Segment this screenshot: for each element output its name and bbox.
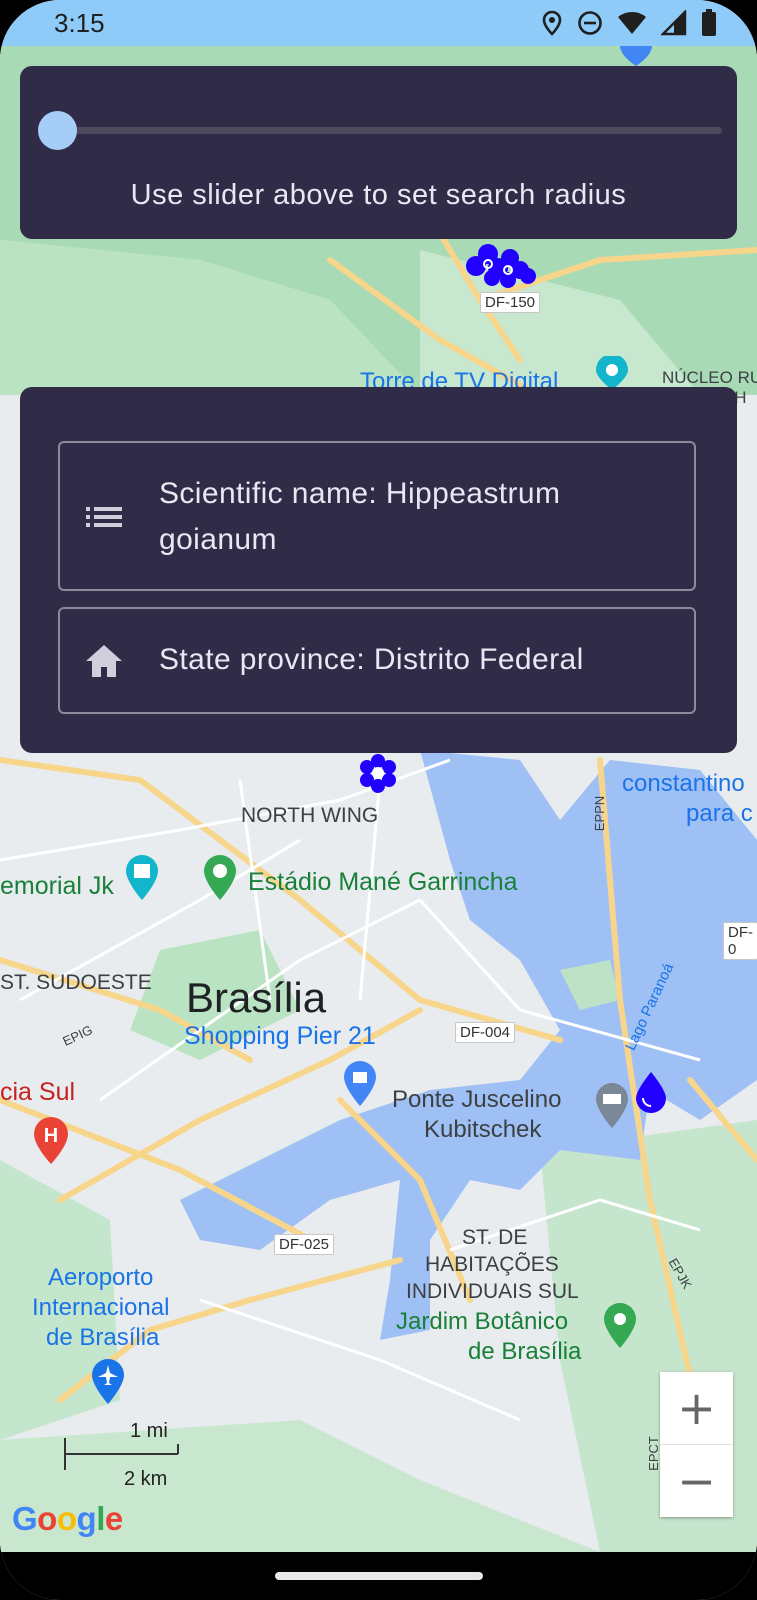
home-gesture-handle[interactable]	[275, 1572, 483, 1580]
map-label-st-hab-2: HABITAÇÕES	[425, 1253, 559, 1276]
poi-jardim-icon[interactable]	[602, 1302, 638, 1350]
phone-screen: 3:15 Torre de TV Digital NÚCLEO RU NORTH…	[0, 0, 757, 1600]
google-logo: Google	[12, 1500, 123, 1537]
road-shield-df150: DF-150	[480, 292, 541, 313]
map-label-memorial: emorial Jk	[0, 872, 114, 900]
poi-hospital-icon[interactable]: H	[32, 1116, 70, 1166]
poi-memorial-icon[interactable]	[124, 854, 160, 902]
poi-estadio-icon[interactable]	[202, 854, 238, 902]
map-label-nucleo: NÚCLEO RUR	[662, 368, 757, 387]
state-province-text: State province: Distrito Federal	[159, 643, 584, 676]
road-shield-df004: DF-004	[455, 1022, 516, 1043]
battery-icon	[702, 9, 716, 36]
road-shield-df025: DF-025	[274, 1234, 335, 1255]
radius-slider-thumb[interactable]	[38, 111, 77, 150]
location-icon	[542, 10, 562, 36]
species-info-card: Scientific name: Hippeastrum goianum Sta…	[20, 387, 737, 753]
search-radius-card: Use slider above to set search radius	[20, 66, 737, 239]
poi-tv-icon[interactable]	[594, 356, 630, 390]
map-label-constantino-2: para c	[686, 800, 753, 827]
state-province-row[interactable]: State province: Distrito Federal	[58, 607, 696, 714]
occurrence-cluster-icon[interactable]	[462, 236, 542, 290]
map-label-constantino-1: constantino	[622, 770, 745, 797]
flower-marker-icon[interactable]	[358, 753, 398, 793]
svg-text:H: H	[44, 1125, 58, 1147]
map-label-aeroporto-3: de Brasília	[46, 1324, 160, 1351]
drop-marker-icon[interactable]	[634, 1070, 668, 1114]
map-label-brasilia: Brasília	[186, 974, 327, 1021]
scientific-name-text: Scientific name: Hippeastrum goianum	[159, 477, 561, 556]
map-label-jardim-2: de Brasília	[468, 1338, 582, 1365]
map-label-ponte-2: Kubitschek	[424, 1116, 542, 1143]
map-label-st-sudoeste: ST. SUDOESTE	[0, 971, 152, 994]
map-label-ponte-1: Ponte Juscelino	[392, 1086, 562, 1113]
road-label-epct: EPCT	[645, 1436, 661, 1471]
radius-slider-track[interactable]	[58, 127, 722, 134]
status-time: 3:15	[54, 8, 105, 38]
map-view[interactable]: Torre de TV Digital NÚCLEO RUR NH NORTH …	[0, 46, 757, 1552]
map-label-cia-sul: cia Sul	[0, 1078, 76, 1106]
list-icon	[86, 507, 122, 527]
slider-caption: Use slider above to set search radius	[130, 179, 627, 211]
scale-bar	[64, 1438, 179, 1470]
map-label-aeroporto-2: Internacional	[32, 1294, 170, 1321]
zoom-out-button[interactable]: −	[660, 1445, 733, 1517]
scientific-name-row[interactable]: Scientific name: Hippeastrum goianum	[58, 441, 696, 591]
wifi-icon	[618, 11, 646, 34]
map-label-north-wing: NORTH WING	[241, 804, 379, 827]
poi-airport-icon[interactable]	[90, 1358, 126, 1406]
map-label-estadio: Estádio Mané Garrincha	[248, 868, 518, 896]
poi-bridge-icon[interactable]	[594, 1082, 630, 1130]
status-icons	[541, 8, 717, 38]
scale-km: 2 km	[124, 1468, 168, 1490]
do-not-disturb-icon	[578, 11, 602, 35]
road-label-eppn: EPPN	[592, 795, 608, 832]
road-shield-df0: DF-0	[723, 922, 757, 960]
zoom-in-button[interactable]: +	[660, 1372, 733, 1445]
home-icon	[86, 645, 122, 677]
signal-icon	[661, 10, 687, 36]
zoom-controls: + −	[660, 1372, 733, 1517]
map-label-st-hab-3: INDIVIDUAIS SUL	[406, 1280, 579, 1303]
map-label-jardim-1: Jardim Botânico	[396, 1308, 569, 1335]
map-label-shopping: Shopping Pier 21	[184, 1022, 376, 1050]
poi-shop-icon[interactable]	[618, 46, 654, 66]
map-label-st-hab-1: ST. DE	[462, 1226, 528, 1249]
status-bar: 3:15	[0, 0, 757, 46]
navigation-bar	[0, 1552, 757, 1600]
poi-shopping-icon[interactable]	[342, 1060, 378, 1108]
map-label-aeroporto-1: Aeroporto	[48, 1264, 154, 1291]
map-scale: 1 mi 2 km	[64, 1420, 180, 1490]
